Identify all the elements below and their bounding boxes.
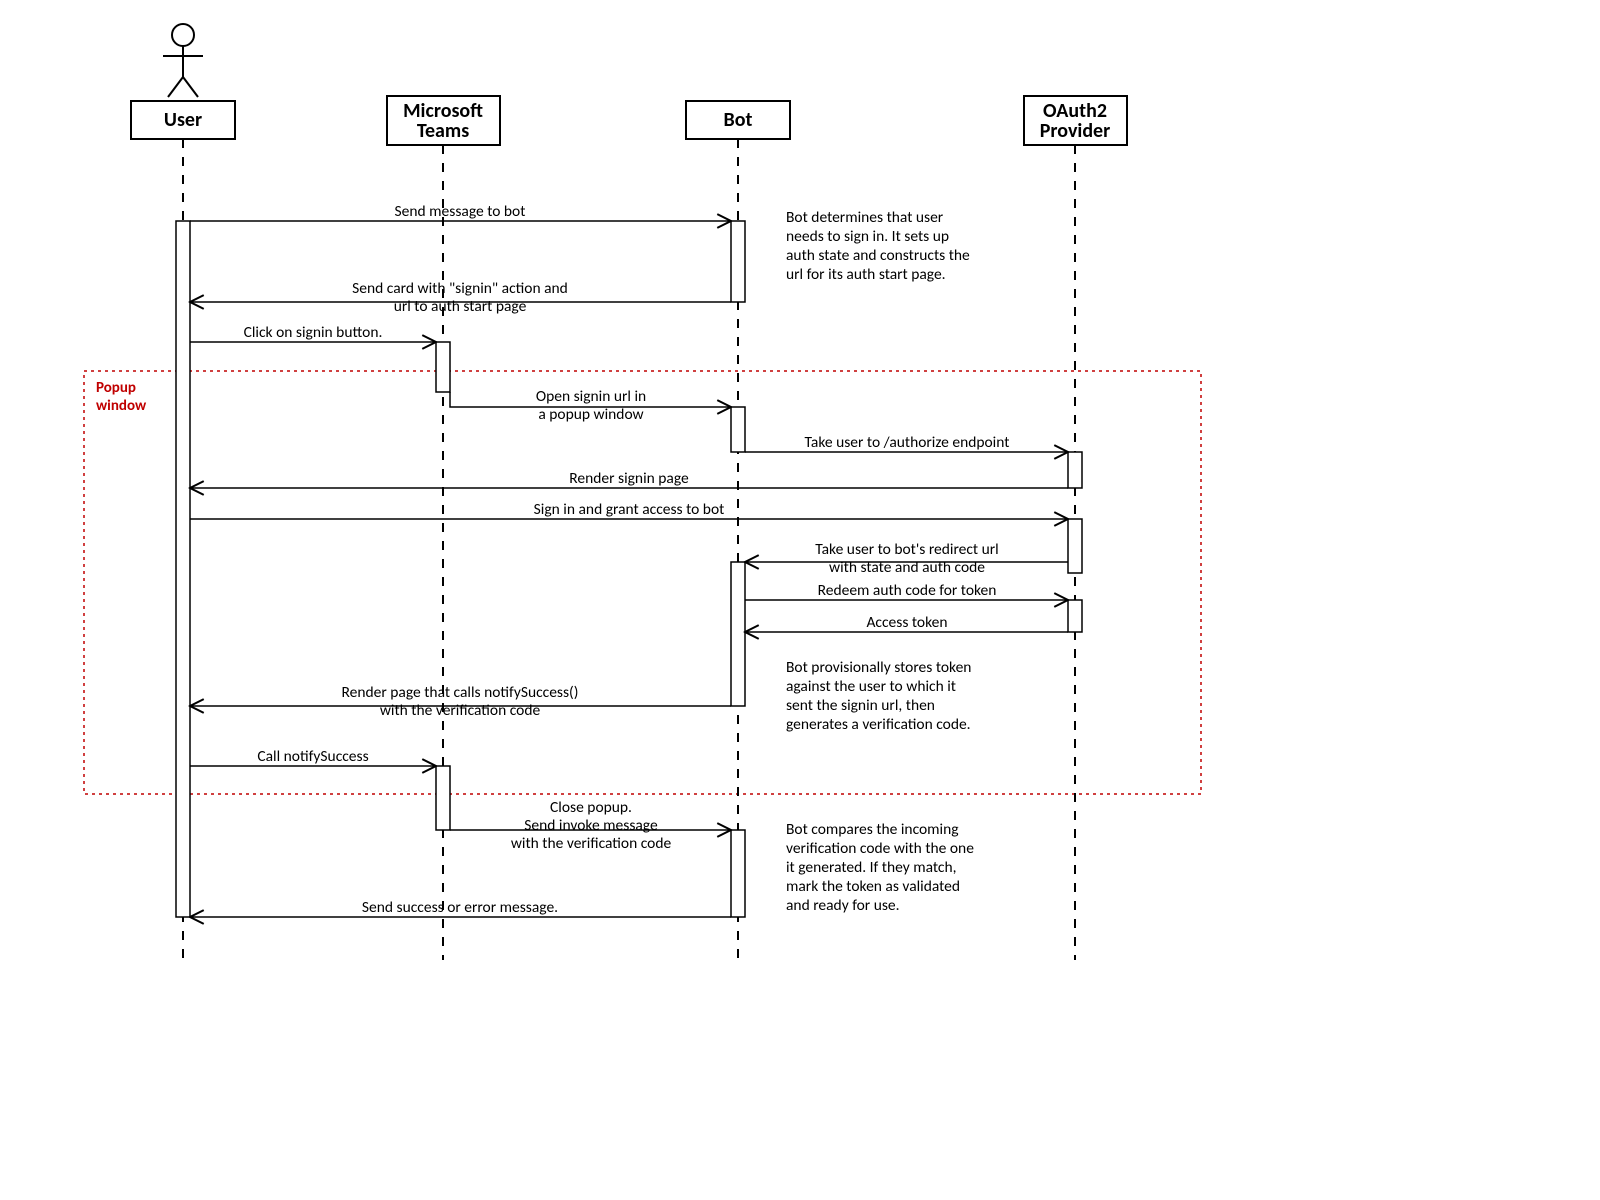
msg-m8-l2: with state and auth code [829,558,985,577]
actor-icon [163,24,203,97]
msg-m4-l2: a popup window [538,405,643,424]
note2-l1: Bot provisionally stores token [786,658,971,677]
msg-m9: Redeem auth code for token [818,581,997,600]
popup-box [84,371,1201,794]
activation-bot-2 [731,407,745,452]
activation-oauth-2 [1068,519,1082,573]
msg-m11-l2: with the verification code [380,701,541,720]
msg-m13-l3: with the verification code [511,834,672,853]
popup-label-l1: Popup [96,379,136,397]
lane-oauth-label-2: Provider [1040,119,1111,143]
note3-l4: mark the token as validated [786,877,960,896]
msg-m12: Call notifySuccess [257,747,368,766]
note3-l5: and ready for use. [786,896,900,915]
note1-l4: url for its auth start page. [786,265,946,284]
msg-m2-l1: Send card with "signin" action and [352,279,568,298]
note1-l1: Bot determines that user [786,208,944,227]
msg-m5: Take user to /authorize endpoint [805,433,1010,452]
lane-bot-label: Bot [724,108,753,132]
msg-m1: Send message to bot [395,202,526,221]
activation-teams-2 [436,766,450,830]
note3-l1: Bot compares the incoming [786,820,959,839]
lane-teams-label-2: Teams [417,119,469,143]
msg-m7: Sign in and grant access to bot [534,500,725,519]
activation-bot-4 [731,830,745,917]
note2-l3: sent the signin url, then [786,696,935,715]
msg-m3: Click on signin button. [244,323,383,342]
note1-l2: needs to sign in. It sets up [786,227,949,246]
activation-bot-3 [731,562,745,706]
msg-m14: Send success or error message. [362,898,558,917]
msg-m6: Render signin page [569,469,689,488]
msg-m13-l2: Send invoke message [524,816,658,835]
note2-l2: against the user to which it [786,677,956,696]
note2-l4: generates a verification code. [786,715,971,734]
msg-m11-l1: Render page that calls notifySuccess() [342,683,579,702]
popup-label-l2: window [96,397,147,415]
note3-l2: verification code with the one [786,839,974,858]
note3-l3: it generated. If they match, [786,858,957,877]
msg-m8-l1: Take user to bot's redirect url [815,540,998,559]
msg-m13-l1: Close popup. [550,798,632,817]
activation-oauth-3 [1068,600,1082,632]
msg-m4-l1: Open signin url in [536,387,646,406]
activation-oauth-1 [1068,452,1082,488]
msg-m2-l2: url to auth start page [394,297,527,316]
lane-user-label: User [164,108,202,132]
sequence-diagram: Popup window User Microsoft Teams Bot OA… [0,0,1600,1200]
msg-m10: Access token [866,613,947,632]
activation-user [176,221,190,917]
note1-l3: auth state and constructs the [786,246,970,265]
activation-teams-1 [436,342,450,392]
activation-bot-1 [731,221,745,302]
